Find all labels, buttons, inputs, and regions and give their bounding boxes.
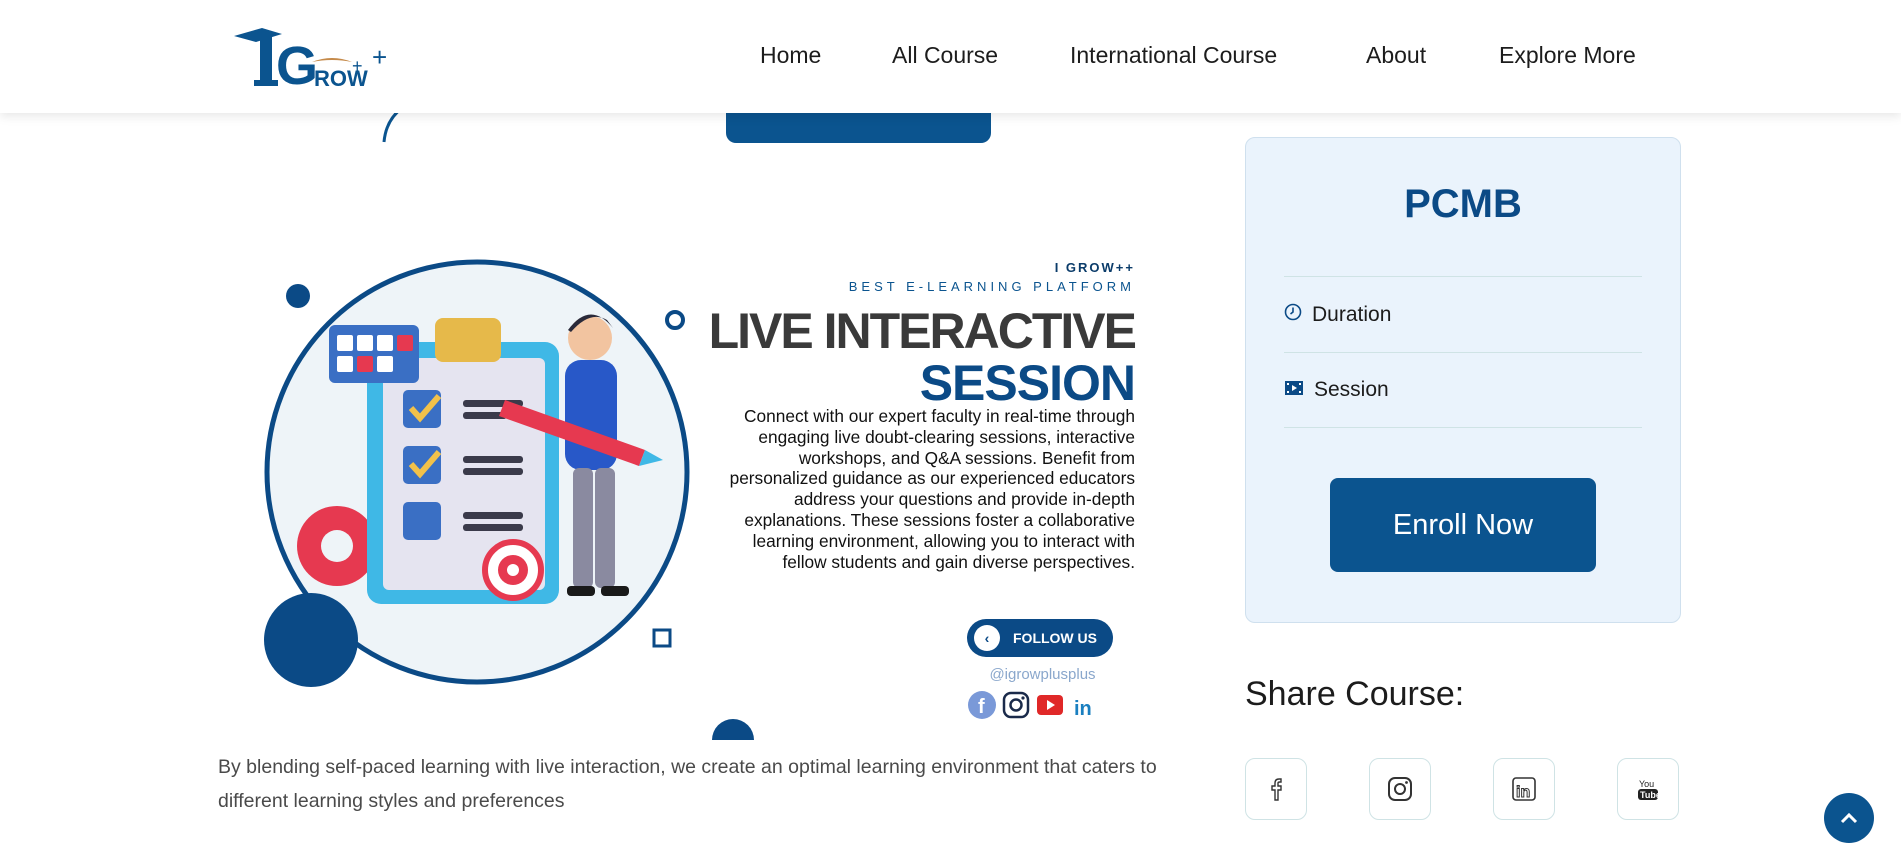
- nav-about[interactable]: About: [1366, 42, 1426, 69]
- svg-text:G: G: [276, 36, 318, 90]
- svg-text:Tube: Tube: [1640, 790, 1661, 800]
- svg-text:in: in: [1074, 698, 1092, 720]
- svg-text:in: in: [1516, 784, 1530, 801]
- session-label: Session: [1314, 378, 1389, 401]
- svg-text:+: +: [372, 42, 387, 72]
- banner-description: Connect with our expert faculty in real-…: [729, 406, 1135, 572]
- instagram-icon: [1388, 777, 1412, 801]
- chevron-up-icon: [1840, 812, 1858, 824]
- logo-graphic: G ROW + +: [234, 28, 387, 96]
- svg-text:f: f: [978, 696, 985, 718]
- banner-tagline: BEST E-LEARNING PLATFORM: [848, 279, 1135, 294]
- banner-brand: I GROW++: [1054, 260, 1135, 275]
- follow-us-label: FOLLOW US: [1013, 630, 1097, 646]
- course-title: PCMB: [1404, 182, 1522, 226]
- igrow-logo[interactable]: G ROW + +: [232, 26, 407, 96]
- scroll-to-top-button[interactable]: [1824, 793, 1874, 843]
- svg-text:+: +: [352, 56, 363, 76]
- duration-label: Duration: [1312, 302, 1392, 326]
- share-instagram-button[interactable]: [1369, 758, 1431, 820]
- share-linkedin-button[interactable]: in: [1493, 758, 1555, 820]
- svg-text:You: You: [1639, 779, 1654, 789]
- duration-row: Duration: [1284, 276, 1642, 352]
- nav-home[interactable]: Home: [760, 42, 821, 69]
- enroll-now-button[interactable]: Enroll Now: [1330, 478, 1596, 572]
- session-row: Session: [1284, 352, 1642, 428]
- youtube-icon[interactable]: [1035, 690, 1065, 720]
- blend-description: By blending self-paced learning with liv…: [218, 756, 1157, 812]
- facebook-icon: [1271, 778, 1282, 801]
- nav-explore-more[interactable]: Explore More: [1499, 42, 1636, 69]
- clock-icon: [1284, 303, 1302, 326]
- decorative-arc: [382, 108, 403, 143]
- share-course-title: Share Course:: [1245, 675, 1465, 713]
- follow-us-button[interactable]: ‹ FOLLOW US: [967, 619, 1113, 657]
- film-icon: [1284, 379, 1304, 402]
- chevron-left-icon: ‹: [974, 625, 1000, 651]
- social-handle: @igrowplusplus: [989, 666, 1096, 683]
- linkedin-icon[interactable]: in: [1069, 690, 1099, 720]
- nav-international-course[interactable]: International Course: [1070, 42, 1277, 69]
- course-card: PCMB Duration Session Enroll Now: [1245, 137, 1681, 623]
- facebook-icon[interactable]: f: [967, 690, 997, 720]
- banner-title-line2: SESSION: [919, 355, 1136, 411]
- site-header: G ROW + + Home All Course International …: [0, 0, 1901, 113]
- linkedin-icon: in: [1512, 777, 1536, 802]
- instagram-icon[interactable]: [1001, 690, 1031, 720]
- share-youtube-button[interactable]: You Tube: [1617, 758, 1679, 820]
- live-session-banner: I GROW++ BEST E-LEARNING PLATFORM LIVE I…: [255, 250, 1137, 740]
- nav-all-course[interactable]: All Course: [892, 42, 998, 69]
- share-facebook-button[interactable]: [1245, 758, 1307, 820]
- youtube-icon: YouTube: [1638, 779, 1661, 800]
- banner-title-line1: LIVE INTERACTIVE: [708, 303, 1137, 359]
